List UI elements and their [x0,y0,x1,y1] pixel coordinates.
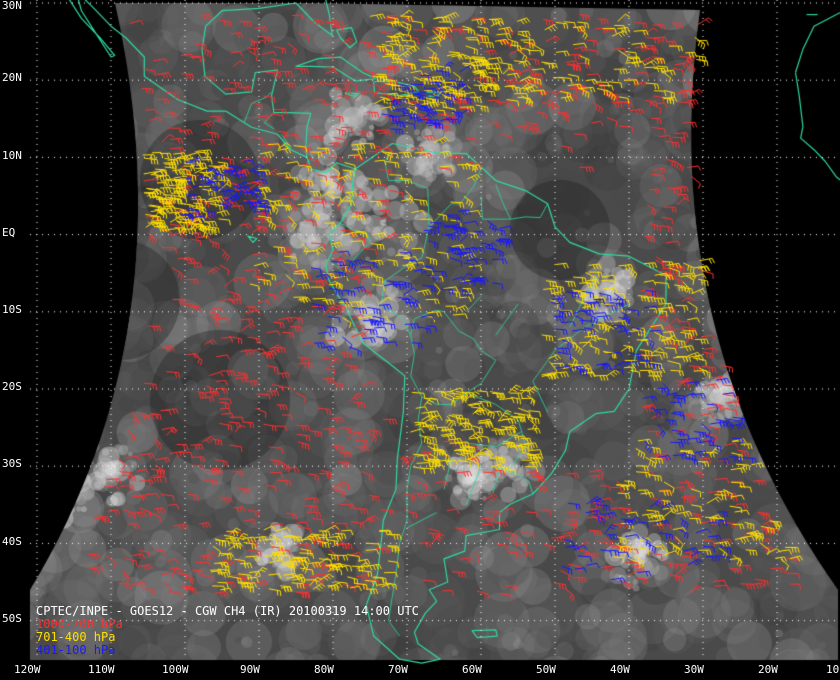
lon-label-110w: 110W [88,663,115,676]
lat-label-30n: 30N [2,0,22,12]
lon-label-40w: 40W [610,663,630,676]
lon-label-100w: 100W [162,663,189,676]
lon-label-10w: 10 [826,663,840,676]
lat-label-20s: 20S [2,380,22,393]
lon-label-80w: 80W [314,663,334,676]
lon-label-50w: 50W [536,663,556,676]
lat-label-20n: 20N [2,71,22,84]
lat-label-30s: 30S [2,457,22,470]
satellite-wind-map [0,0,840,680]
lat-label-10s: 10S [2,303,22,316]
lon-label-60w: 60W [462,663,482,676]
lon-label-20w: 20W [758,663,778,676]
legend-high-level: 401-100 hPa [36,643,116,657]
lat-label-50s: 50S [2,612,22,625]
lon-label-120w: 120W [14,663,41,676]
lat-label-eq: EQ [2,226,16,239]
map-caption: CPTEC/INPE - GOES12 - CGW CH4 (IR) 20100… [36,605,419,657]
lon-label-30w: 30W [684,663,704,676]
lon-label-90w: 90W [240,663,260,676]
lat-label-10n: 10N [2,149,22,162]
lon-label-70w: 70W [388,663,408,676]
lat-label-40s: 40S [2,535,22,548]
